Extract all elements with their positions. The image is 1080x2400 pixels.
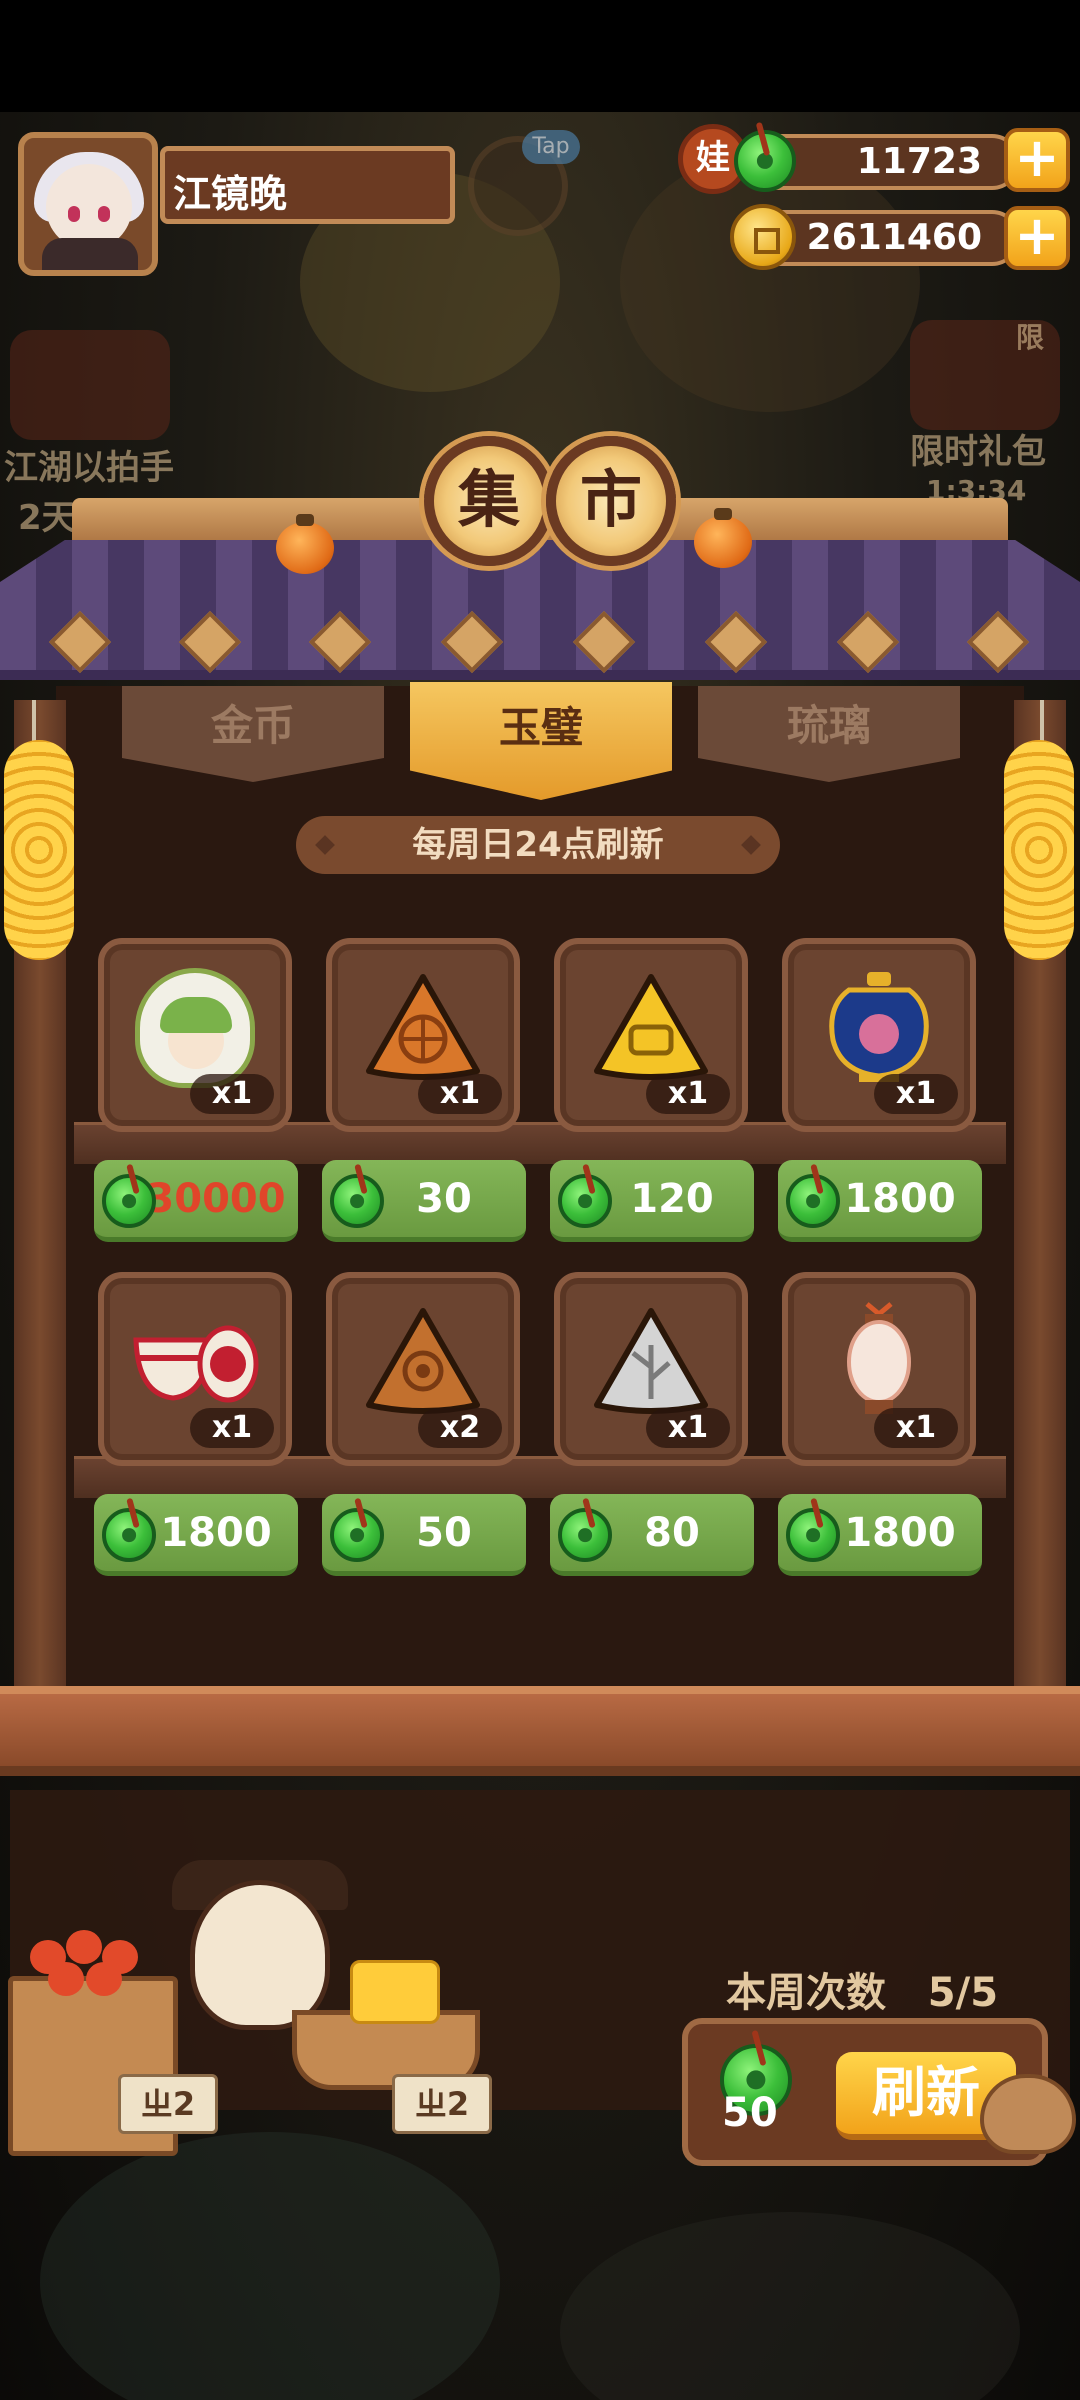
event-icon-left[interactable] bbox=[10, 330, 170, 440]
item-quantity: x1 bbox=[874, 1074, 958, 1114]
weekly-count-value: 5/5 bbox=[927, 1970, 999, 2016]
jade-coin-icon bbox=[102, 1174, 156, 1228]
weekly-refresh-count: 本周次数 5/5 bbox=[726, 1960, 998, 2018]
jade-coin-icon bbox=[330, 1508, 384, 1562]
weekly-refresh-note: 每周日24点刷新 bbox=[296, 816, 780, 874]
buy-price-button[interactable]: 30000 bbox=[94, 1160, 298, 1242]
system-status-bar bbox=[0, 0, 1080, 112]
tofu-icon bbox=[350, 1960, 440, 2024]
shop-item-slot[interactable]: x1 bbox=[554, 1272, 748, 1466]
brown-triangle-token-icon bbox=[363, 1305, 483, 1419]
tomato-icon bbox=[66, 1930, 102, 1964]
event-timer-left: 2天 bbox=[18, 498, 76, 538]
item-price: 30 bbox=[416, 1176, 472, 1222]
shop-item-slot[interactable]: x1 bbox=[98, 938, 292, 1132]
jade-coin-icon bbox=[330, 1174, 384, 1228]
item-price: 50 bbox=[416, 1510, 472, 1556]
item-price: 80 bbox=[644, 1510, 700, 1556]
buy-price-button[interactable]: 30 bbox=[322, 1160, 526, 1242]
jade-coin-icon bbox=[558, 1508, 612, 1562]
player-name[interactable]: 江镜晚 bbox=[160, 146, 455, 224]
item-price: 1800 bbox=[844, 1510, 956, 1556]
event-title-left: 江湖以拍手 bbox=[4, 448, 174, 488]
item-quantity: x1 bbox=[646, 1074, 730, 1114]
hanging-corn-icon bbox=[4, 740, 74, 960]
item-quantity: x1 bbox=[418, 1074, 502, 1114]
jade-coin-icon bbox=[558, 1174, 612, 1228]
hanging-corn-icon bbox=[1004, 740, 1074, 960]
item-price: 120 bbox=[630, 1176, 714, 1222]
cat-mascot-icon bbox=[980, 2074, 1076, 2154]
persimmon-icon bbox=[694, 508, 752, 568]
buy-price-button[interactable]: 120 bbox=[550, 1160, 754, 1242]
item-quantity: x1 bbox=[874, 1408, 958, 1448]
buy-price-button[interactable]: 80 bbox=[550, 1494, 754, 1576]
item-quantity: x1 bbox=[646, 1408, 730, 1448]
add-coins-button[interactable]: + bbox=[1004, 206, 1070, 270]
jade-coin-icon bbox=[786, 1174, 840, 1228]
market-sign-ji: 集 bbox=[424, 436, 554, 566]
weekly-count-label: 本周次数 bbox=[726, 1970, 886, 2016]
shop-item-slot[interactable]: x2 bbox=[326, 1272, 520, 1466]
item-price: 1800 bbox=[844, 1176, 956, 1222]
shop-item-slot[interactable]: x1 bbox=[326, 938, 520, 1132]
limited-badge: 限 bbox=[1016, 321, 1045, 354]
tap-hint: Tap bbox=[522, 130, 580, 164]
white-triangle-token-icon bbox=[591, 1305, 711, 1419]
refresh-cost: 50 bbox=[722, 2090, 778, 2136]
porcelain-bowl-set-icon bbox=[130, 1310, 260, 1414]
item-price: 1800 bbox=[160, 1510, 272, 1556]
jade-coin-icon bbox=[786, 1508, 840, 1562]
buy-price-button[interactable]: 50 bbox=[322, 1494, 526, 1576]
buy-price-button[interactable]: 1800 bbox=[778, 1160, 982, 1242]
shop-item-slot[interactable]: x1 bbox=[782, 938, 976, 1132]
item-price: 30000 bbox=[146, 1176, 286, 1222]
item-quantity: x2 bbox=[418, 1408, 502, 1448]
blue-porcelain-jar-icon bbox=[819, 966, 939, 1090]
add-jade-button[interactable]: + bbox=[1004, 128, 1070, 192]
orange-triangle-token-icon bbox=[363, 971, 483, 1085]
buy-price-button[interactable]: 1800 bbox=[778, 1494, 982, 1576]
jade-coin-icon bbox=[102, 1508, 156, 1562]
stall-price-tag: ㄓ2 bbox=[118, 2074, 218, 2134]
buy-price-button[interactable]: 1800 bbox=[94, 1494, 298, 1576]
item-quantity: x1 bbox=[190, 1074, 274, 1114]
player-avatar[interactable] bbox=[18, 132, 158, 276]
paper-lantern-icon bbox=[839, 1300, 919, 1424]
item-quantity: x1 bbox=[190, 1408, 274, 1448]
tomato-icon bbox=[86, 1962, 122, 1996]
vendor-character[interactable] bbox=[190, 1880, 330, 2030]
yellow-triangle-token-icon bbox=[591, 971, 711, 1085]
doll-character-icon bbox=[135, 967, 255, 1088]
market-roof bbox=[0, 540, 1080, 680]
shop-item-slot[interactable]: x1 bbox=[98, 1272, 292, 1466]
event-title-right: 限时礼包 bbox=[910, 432, 1046, 472]
shop-item-slot[interactable]: x1 bbox=[782, 1272, 976, 1466]
tomato-icon bbox=[48, 1962, 84, 1996]
persimmon-icon bbox=[276, 514, 334, 574]
market-sign-shi: 市 bbox=[546, 436, 676, 566]
gold-coin-icon bbox=[730, 204, 796, 270]
stall-price-tag: ㄓ2 bbox=[392, 2074, 492, 2134]
shop-item-slot[interactable]: x1 bbox=[554, 938, 748, 1132]
market-counter bbox=[0, 1686, 1080, 1776]
